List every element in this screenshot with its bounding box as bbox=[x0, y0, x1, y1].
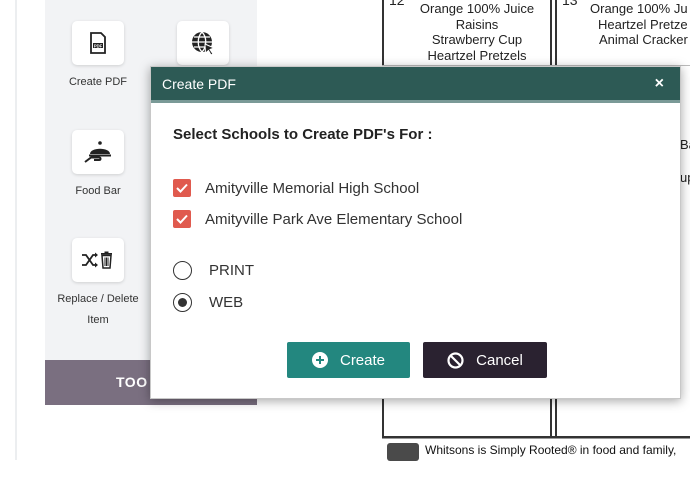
partial-text: up bbox=[680, 170, 690, 185]
format-option-web[interactable]: WEB bbox=[173, 293, 243, 312]
tool-replace-delete-label-line1: Replace / Delete bbox=[57, 293, 139, 305]
calendar-footer: Whitsons is Simply Rooted® in food and f… bbox=[382, 438, 690, 461]
tool-replace-delete-label-line2: Item bbox=[87, 314, 109, 326]
tool-create-pdf[interactable]: PDF Create PDF bbox=[50, 21, 146, 93]
cancel-button[interactable]: Cancel bbox=[423, 342, 547, 378]
serving-cloche-icon bbox=[84, 141, 111, 163]
svg-text:PDF: PDF bbox=[94, 43, 103, 48]
school-checkbox[interactable] bbox=[173, 179, 191, 197]
checkmark-icon bbox=[176, 214, 188, 224]
format-option-print[interactable]: PRINT bbox=[173, 261, 254, 280]
partial-text: Ba bbox=[680, 137, 690, 152]
pdf-file-icon: PDF bbox=[90, 32, 106, 54]
tool-web[interactable] bbox=[155, 21, 251, 65]
menu-item: Orange 100% Juice bbox=[419, 1, 535, 16]
menu-item: Raisins bbox=[455, 16, 499, 32]
ban-icon bbox=[447, 351, 464, 369]
print-radio[interactable] bbox=[173, 261, 192, 280]
tool-create-pdf-label: Create PDF bbox=[68, 76, 128, 88]
create-pdf-dialog: Create PDF × Select Schools to Create PD… bbox=[150, 66, 681, 399]
menu-item: Animal Cracker bbox=[599, 32, 688, 48]
school-option[interactable]: Amityville Park Ave Elementary School bbox=[173, 210, 462, 228]
day-menu: Orange 100% Juice Raisins Strawberry Cup… bbox=[402, 1, 552, 64]
checkmark-icon bbox=[176, 183, 188, 193]
tool-replace-delete-button[interactable] bbox=[72, 238, 124, 282]
globe-cursor-icon bbox=[192, 31, 216, 56]
tool-replace-delete[interactable]: Replace / Delete Item bbox=[50, 238, 146, 331]
create-button-label: Create bbox=[339, 351, 386, 369]
web-label: WEB bbox=[209, 294, 244, 311]
tool-food-bar-button[interactable] bbox=[72, 130, 124, 174]
school-label: Amityville Memorial High School bbox=[205, 179, 420, 197]
create-button[interactable]: Create bbox=[287, 342, 410, 378]
school-label: Amityville Park Ave Elementary School bbox=[205, 210, 463, 228]
menu-item: Strawberry Cup bbox=[431, 32, 523, 48]
radio-selected-dot bbox=[178, 298, 187, 307]
dialog-header: Create PDF × bbox=[151, 67, 680, 103]
page: PDF Create PDF Food Bar Replace / Delete… bbox=[0, 0, 690, 491]
day-menu: Orange 100% Ju Heartzel Pretze Animal Cr… bbox=[582, 1, 690, 48]
school-checkbox[interactable] bbox=[173, 210, 191, 228]
tool-food-bar-label: Food Bar bbox=[75, 185, 121, 197]
tool-replace-delete-label: Replace / Delete Item bbox=[50, 289, 146, 331]
shuffle-trash-icon bbox=[82, 251, 112, 269]
school-option[interactable]: Amityville Memorial High School bbox=[173, 179, 419, 197]
plus-circle-icon bbox=[311, 352, 328, 368]
web-radio[interactable] bbox=[173, 293, 192, 312]
tool-web-button[interactable] bbox=[177, 21, 229, 65]
whitsons-logo bbox=[387, 443, 419, 461]
cancel-button-label: Cancel bbox=[476, 351, 523, 369]
tool-food-bar[interactable]: Food Bar bbox=[50, 130, 146, 202]
menu-item: Heartzel Pretzels bbox=[427, 48, 527, 64]
dialog-heading: Select Schools to Create PDF's For : bbox=[173, 126, 433, 143]
tool-create-pdf-button[interactable]: PDF bbox=[72, 21, 124, 65]
footer-text: Whitsons is Simply Rooted® in food and f… bbox=[425, 443, 677, 457]
menu-item: Orange 100% Ju bbox=[590, 1, 688, 16]
dialog-title: Create PDF bbox=[162, 76, 236, 92]
print-label: PRINT bbox=[209, 262, 254, 279]
day-number: 13 bbox=[562, 0, 578, 8]
close-icon[interactable]: × bbox=[655, 67, 664, 100]
menu-item: Heartzel Pretze bbox=[598, 16, 688, 32]
